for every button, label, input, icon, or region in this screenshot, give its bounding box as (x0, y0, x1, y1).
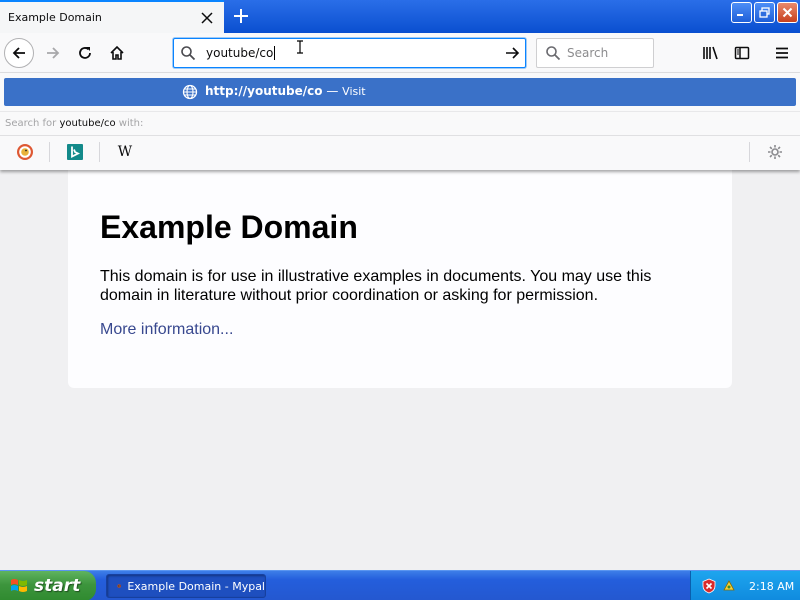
tab-title: Example Domain (8, 11, 102, 24)
menu-button[interactable] (767, 38, 797, 68)
taskbar-item-label: Example Domain - Mypal (127, 579, 265, 593)
clock: 2:18 AM (749, 579, 795, 593)
suggestion-text: http://youtube/co — Visit (205, 84, 366, 98)
start-label: start (34, 576, 81, 596)
go-arrow-icon[interactable] (499, 45, 525, 61)
search-placeholder: Search (567, 46, 609, 60)
forward-button[interactable] (38, 38, 68, 68)
reload-button[interactable] (70, 38, 100, 68)
page-title: Example Domain (100, 209, 358, 245)
tab-strip: Example Domain (0, 0, 800, 33)
nav-bar: youtube/co Search (0, 33, 800, 73)
bing-icon (67, 144, 83, 160)
new-tab-button[interactable] (228, 4, 254, 28)
search-engines-row: W (0, 135, 800, 167)
page-card: Example Domain This domain is for use in… (68, 165, 732, 388)
url-autocomplete-dropdown: http://youtube/co — Visit Search for you… (0, 73, 800, 170)
restore-button[interactable] (754, 2, 775, 23)
text-cursor-icon (297, 40, 303, 54)
search-settings-button[interactable] (760, 140, 790, 164)
search-icon (545, 45, 561, 61)
start-button[interactable]: start (0, 571, 96, 600)
suggestion-action: Visit (342, 85, 366, 98)
mypal-icon (117, 584, 121, 588)
sidebar-toggle-button[interactable] (727, 38, 757, 68)
search-bar[interactable]: Search (536, 38, 654, 68)
library-icon (703, 46, 718, 60)
windows-logo-icon (11, 579, 27, 592)
back-button[interactable] (4, 38, 34, 68)
search-icon (180, 45, 202, 61)
globe-icon (182, 84, 198, 100)
tab-example-domain[interactable]: Example Domain (0, 0, 224, 33)
page-paragraph: This domain is for use in illustrative e… (100, 268, 652, 304)
duckduckgo-icon (17, 144, 33, 160)
back-arrow-icon (12, 47, 25, 59)
taskbar-item-mypal[interactable]: Example Domain - Mypal (106, 574, 266, 598)
visit-suggestion-row[interactable]: http://youtube/co — Visit (4, 78, 796, 106)
wikipedia-engine-button[interactable]: W (110, 140, 140, 164)
url-input[interactable]: youtube/co (202, 46, 499, 61)
library-button[interactable] (696, 38, 726, 68)
system-tray: 2:18 AM (690, 571, 800, 600)
close-icon[interactable] (196, 7, 218, 29)
gear-icon (768, 145, 782, 159)
forward-arrow-icon (47, 47, 60, 59)
search-for-row: Search for youtube/co with: (0, 111, 800, 135)
hamburger-menu-icon (776, 47, 788, 59)
duckduckgo-engine-button[interactable] (10, 140, 40, 164)
network-icon[interactable] (721, 578, 737, 594)
search-for-term: youtube/co (59, 118, 116, 129)
minimize-button[interactable] (731, 2, 752, 23)
sidebar-icon (734, 46, 750, 60)
search-for-label: Search for youtube/co with: (5, 118, 144, 129)
wikipedia-icon: W (117, 144, 133, 160)
close-window-button[interactable] (777, 2, 798, 23)
more-information-link[interactable]: More information... (100, 321, 233, 339)
suggestion-url: http://youtube/co (205, 84, 323, 98)
window-controls (731, 2, 798, 23)
suggestion-separator: — (322, 84, 343, 98)
taskbar: start Example Domain - Mypal 2:18 AM (0, 570, 800, 600)
bing-engine-button[interactable] (60, 140, 90, 164)
reload-icon (79, 47, 91, 59)
home-icon (110, 45, 124, 60)
url-bar[interactable]: youtube/co (173, 38, 526, 68)
home-button[interactable] (102, 38, 132, 68)
security-alert-icon[interactable] (701, 578, 717, 594)
